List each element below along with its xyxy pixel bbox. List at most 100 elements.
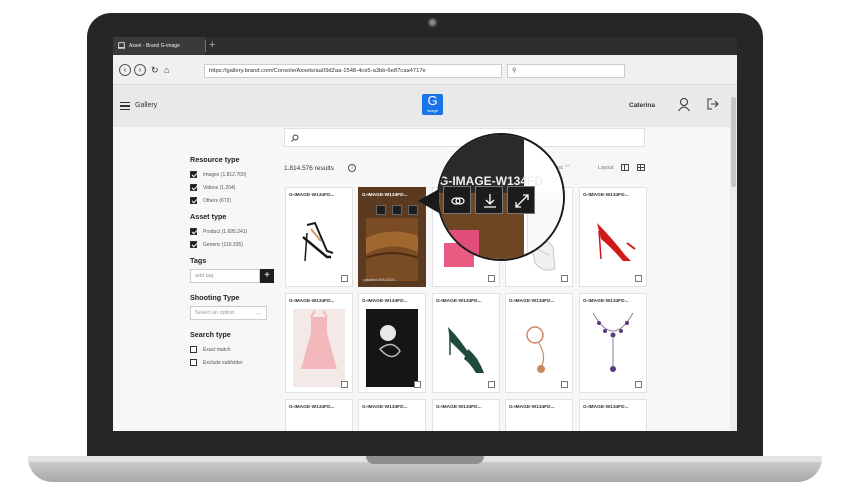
asset-card[interactable]: G-IMAGE-W134FD... xyxy=(358,293,426,393)
asset-card[interactable]: G-IMAGE-W134FD... xyxy=(285,187,353,287)
rose-gold-bracelet-image xyxy=(526,326,545,373)
magnifier-callout: G-IMAGE-W134FD xyxy=(437,133,565,261)
add-tag-button[interactable]: + xyxy=(260,269,274,283)
filter-exact-match[interactable]: Exact match xyxy=(190,343,280,356)
expand-icon[interactable] xyxy=(408,205,418,215)
browser-search-field[interactable]: ⚲ xyxy=(507,64,625,78)
shooting-type-heading: Shooting Type xyxy=(190,293,240,302)
checkbox[interactable] xyxy=(190,346,197,353)
tag-input[interactable]: add tag xyxy=(190,269,260,283)
asset-card[interactable]: G-IMAGE-W134FD... xyxy=(505,293,573,393)
new-tab-button[interactable]: + xyxy=(209,37,215,54)
filter-label: Exclude subfolder xyxy=(203,359,243,366)
address-bar: ‹ › ↻ ⌂ https://gallery.brand.com/Consol… xyxy=(113,55,737,85)
checkbox[interactable] xyxy=(190,241,197,248)
asset-type-heading: Asset type xyxy=(190,212,227,221)
filter-label: Exact match xyxy=(203,346,231,353)
select-checkbox[interactable] xyxy=(488,381,495,388)
asset-card[interactable]: G-IMAGE-W134FD... xyxy=(579,293,647,393)
asset-card[interactable]: G-IMAGE-W134FD... xyxy=(579,187,647,287)
tab-separator xyxy=(205,40,206,52)
download-icon[interactable] xyxy=(392,205,402,215)
black-sandal-image xyxy=(302,221,334,262)
diamond-ring-image xyxy=(366,309,418,387)
upload-info: uploaded 09/11/2022... xyxy=(363,278,398,282)
hamburger-menu-icon[interactable] xyxy=(120,102,130,111)
magnified-pink-bag xyxy=(439,230,479,259)
brand-logo[interactable]: G image xyxy=(422,94,443,115)
filter-sidebar: Resource type Images (1.812.700) Videos … xyxy=(190,155,280,369)
back-button[interactable]: ‹ xyxy=(119,64,131,76)
asset-card[interactable]: G-IMAGE-W134FD... xyxy=(432,293,500,393)
asset-card[interactable]: G-IMAGE-W134FD... xyxy=(285,293,353,393)
leather-belt-image xyxy=(366,218,418,281)
grid-layout-icon[interactable] xyxy=(637,164,645,171)
checkbox[interactable] xyxy=(190,184,197,191)
chevron-down-icon: ﹀ xyxy=(564,165,571,171)
asset-title: G-IMAGE-W134FD... xyxy=(436,299,482,304)
url-field[interactable]: https://gallery.brand.com/Console/Assets… xyxy=(204,64,502,78)
asset-title: G-IMAGE-W134FD... xyxy=(509,299,555,304)
checkbox[interactable] xyxy=(190,228,197,235)
asset-title: G-IMAGE-W134FD... xyxy=(583,299,629,304)
chevron-down-icon: ﹀ xyxy=(255,313,261,319)
red-pump-image xyxy=(597,223,636,261)
filter-videos[interactable]: Videos (1.204) xyxy=(190,181,280,194)
resource-type-heading: Resource type xyxy=(190,155,240,164)
select-checkbox[interactable] xyxy=(635,275,642,282)
amethyst-necklace-image xyxy=(592,312,634,372)
link-icon[interactable] xyxy=(376,205,386,215)
select-checkbox[interactable] xyxy=(341,381,348,388)
asset-title: G-IMAGE-W134FD... xyxy=(436,405,482,410)
filter-product[interactable]: Product (1.695.241) xyxy=(190,225,280,238)
layout-label: Layout xyxy=(598,165,614,171)
select-checkbox[interactable] xyxy=(488,275,495,282)
reload-button[interactable]: ↻ xyxy=(151,64,159,76)
gallery-menu-label[interactable]: Gallery xyxy=(135,99,157,113)
select-checkbox[interactable] xyxy=(561,275,568,282)
asset-title: G-IMAGE-W134FD... xyxy=(289,405,335,410)
user-name: Caterina xyxy=(629,102,656,109)
asset-card[interactable]: G-IMAGE-W134FD... xyxy=(579,399,647,431)
shooting-type-select[interactable]: Select an option ﹀ xyxy=(190,306,267,320)
browser-tab[interactable]: Asset - Brand G-image xyxy=(113,37,205,55)
results-count: 1.814.576 results xyxy=(284,165,334,172)
select-checkbox[interactable] xyxy=(341,275,348,282)
asset-card[interactable]: G-IMAGE-W134FD... xyxy=(505,399,573,431)
select-checkbox[interactable] xyxy=(414,381,421,388)
search-icon: ⚲ xyxy=(512,68,517,74)
filter-generic[interactable]: Generic (119.335) xyxy=(190,238,280,251)
checkbox[interactable] xyxy=(190,171,197,178)
filter-exclude-subfolder[interactable]: Exclude subfolder xyxy=(190,356,280,369)
scrollbar-thumb[interactable] xyxy=(731,97,736,187)
select-checkbox[interactable] xyxy=(561,381,568,388)
asset-title: G-IMAGE-W134FD... xyxy=(583,405,629,410)
filter-images[interactable]: Images (1.812.700) xyxy=(190,168,280,181)
forward-button[interactable]: › xyxy=(134,64,146,76)
asset-card[interactable]: G-IMAGE-W134FD... xyxy=(432,399,500,431)
asset-title: G-IMAGE-W134FD... xyxy=(289,299,335,304)
tab-favicon-icon xyxy=(118,42,125,49)
logout-icon[interactable] xyxy=(707,97,719,111)
asset-card[interactable]: G-IMAGE-W134FD... xyxy=(285,399,353,431)
download-icon[interactable] xyxy=(475,186,503,214)
tab-bar: Asset - Brand G-image + xyxy=(113,37,737,55)
asset-card-hovered[interactable]: G-IMAGE-W134FD... uploaded 09/11/2022... xyxy=(358,187,426,287)
asset-title: G-IMAGE-W134FD... xyxy=(362,405,408,410)
info-icon[interactable]: i xyxy=(348,164,356,172)
home-button[interactable]: ⌂ xyxy=(164,64,169,76)
expand-icon[interactable] xyxy=(507,186,535,214)
checkbox[interactable] xyxy=(190,197,197,204)
app-header: Gallery G image Caterina xyxy=(113,85,737,127)
filter-others[interactable]: Others (672) xyxy=(190,194,280,207)
select-placeholder: Select an option xyxy=(195,310,235,316)
checkbox[interactable] xyxy=(190,359,197,366)
user-icon[interactable] xyxy=(678,97,690,111)
asset-card[interactable]: G-IMAGE-W134FD... xyxy=(358,399,426,431)
green-heel-image xyxy=(448,327,484,373)
filter-label: Generic (119.335) xyxy=(203,241,243,248)
list-layout-icon[interactable] xyxy=(621,164,629,171)
select-checkbox[interactable] xyxy=(635,381,642,388)
link-icon[interactable] xyxy=(443,186,471,214)
tab-title: Asset - Brand G-image xyxy=(129,43,180,49)
